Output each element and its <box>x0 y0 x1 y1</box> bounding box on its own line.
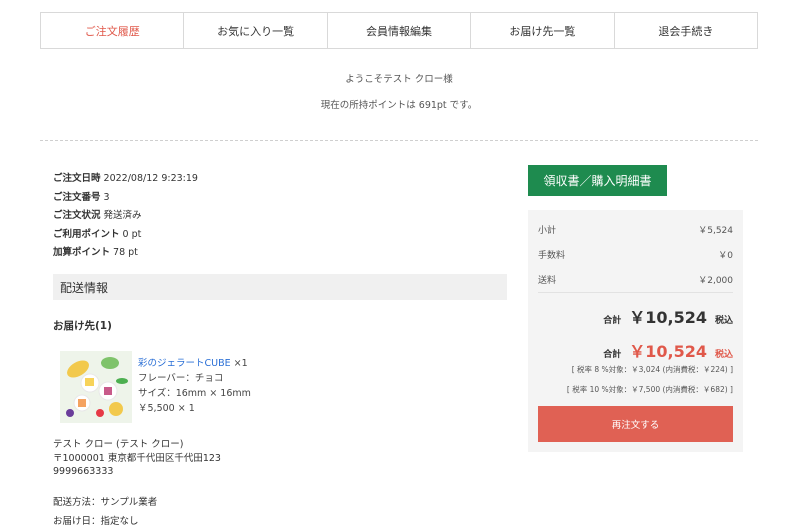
shipping-fee-row: 送料 ￥2,000 <box>538 276 733 286</box>
shipping-info: 配送方法：サンプル業者 お届け日：指定なし <box>53 494 157 531</box>
reorder-button[interactable]: 再注文する <box>538 406 733 442</box>
tab-favorites[interactable]: お気に入り一覧 <box>184 13 328 48</box>
welcome-message: ようこそテスト クロー様 <box>345 74 453 85</box>
order-used-points: ご利用ポイント 0 pt <box>53 228 142 240</box>
points-message: 現在の所持ポイントは 691pt です。 <box>320 100 478 111</box>
product-info: 彩のジェラートCUBE ×1 フレーバー：チョコ サイズ：16mm × 16mm… <box>138 356 251 416</box>
product-price: ￥5,500 × 1 <box>138 403 195 414</box>
subtotal-row: 小計 ￥5,524 <box>538 226 733 236</box>
shipping-date: お届け日：指定なし <box>53 515 139 527</box>
divider <box>40 140 758 141</box>
product-flavor: フレーバー：チョコ <box>138 373 224 384</box>
order-meta: ご注文日時 2022/08/12 9:23:19 ご注文番号 3 ご注文状況 発… <box>53 170 198 263</box>
product-link[interactable]: 彩のジェラートCUBE <box>138 358 231 369</box>
address-postal: 〒1000001 東京都千代田区千代田123 <box>53 452 221 464</box>
tab-delivery-addresses[interactable]: お届け先一覧 <box>471 13 615 48</box>
product-qty: ×1 <box>233 358 248 369</box>
destination-title: お届け先(1) <box>53 320 112 332</box>
grand-total-row: 合計 ￥10,524 税込 <box>603 342 733 361</box>
tax-10-line: [ 税率 10 %対象：￥7,500 (内消費税：￥682) ] <box>566 385 733 394</box>
order-added-points: 加算ポイント 78 pt <box>53 247 138 258</box>
total-row: 合計 ￥10,524 税込 <box>603 308 733 327</box>
order-date: ご注文日時 2022/08/12 9:23:19 <box>53 173 198 184</box>
tab-withdrawal[interactable]: 退会手続き <box>615 13 757 48</box>
product-size: サイズ：16mm × 16mm <box>138 388 251 399</box>
receipt-button[interactable]: 領収書／購入明細書 <box>528 165 667 196</box>
address-name: テスト クロー (テスト クロー) <box>53 439 184 450</box>
tax-8-line: [ 税率 8 %対象：￥3,024 (内消費税：￥224) ] <box>571 365 733 374</box>
order-number: ご注文番号 3 <box>53 191 110 203</box>
product-image[interactable] <box>60 351 132 423</box>
delivery-address: テスト クロー (テスト クロー) 〒1000001 東京都千代田区千代田123… <box>53 438 221 479</box>
mypage-tabs: ご注文履歴 お気に入り一覧 会員情報編集 お届け先一覧 退会手続き <box>40 12 758 49</box>
fee-row: 手数料 ￥0 <box>538 251 733 261</box>
order-summary: 小計 ￥5,524 手数料 ￥0 送料 ￥2,000 合計 ￥10,524 税込 合計… <box>528 210 743 452</box>
order-status: ご注文状況 発送済み <box>53 210 142 221</box>
summary-divider <box>538 292 733 293</box>
tab-member-info[interactable]: 会員情報編集 <box>328 13 472 48</box>
shipping-method: 配送方法：サンプル業者 <box>53 497 158 508</box>
delivery-section-title: 配送情報 <box>53 274 507 300</box>
address-phone: 9999663333 <box>53 466 114 477</box>
tab-order-history[interactable]: ご注文履歴 <box>41 13 185 48</box>
